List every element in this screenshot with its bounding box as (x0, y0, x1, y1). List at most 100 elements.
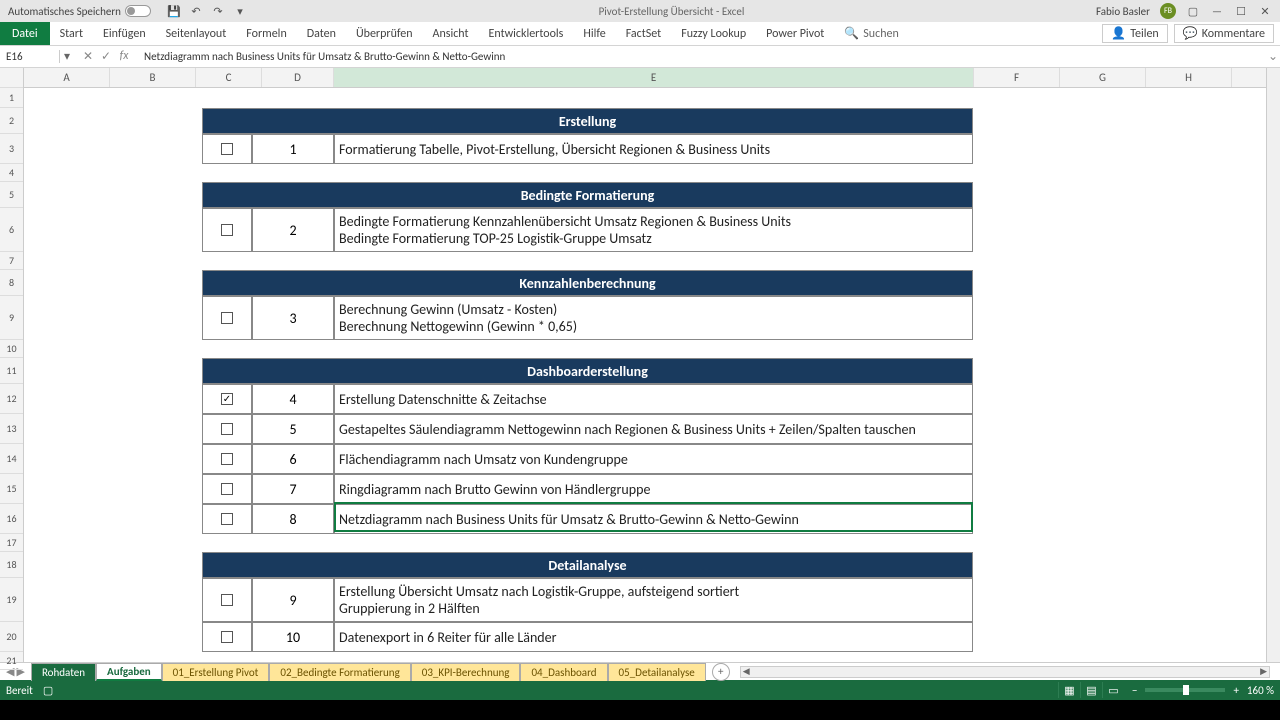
row-header-9[interactable]: 9 (0, 296, 23, 340)
task-number[interactable]: 7 (252, 474, 334, 504)
col-header-F[interactable]: F (974, 68, 1060, 87)
row-header-1[interactable]: 1 (0, 88, 23, 108)
ribbon-display-icon[interactable]: ▢ (1186, 4, 1200, 18)
task-checkbox-cell[interactable] (202, 384, 252, 414)
zoom-slider[interactable] (1145, 688, 1225, 692)
col-header-G[interactable]: G (1060, 68, 1146, 87)
task-description[interactable]: Gestapeltes Säulendiagramm Nettogewinn n… (334, 414, 973, 444)
task-number[interactable]: 5 (252, 414, 334, 444)
task-checkbox-cell[interactable] (202, 208, 252, 252)
zoom-in-icon[interactable]: + (1233, 684, 1238, 697)
row-header-5[interactable]: 5 (0, 182, 23, 208)
minimize-icon[interactable]: — (1210, 4, 1224, 18)
col-header-C[interactable]: C (196, 68, 262, 87)
name-box[interactable]: E16 (0, 50, 60, 63)
task-description[interactable]: Formatierung Tabelle, Pivot-Erstellung, … (334, 134, 973, 164)
tab-factset[interactable]: FactSet (616, 27, 671, 41)
row-header-17[interactable]: 17 (0, 534, 23, 552)
view-layout-icon[interactable]: ▤ (1080, 682, 1102, 698)
task-checkbox-cell[interactable] (202, 474, 252, 504)
tab-hilfe[interactable]: Hilfe (573, 27, 615, 41)
tab-einfügen[interactable]: Einfügen (93, 27, 156, 41)
task-number[interactable]: 4 (252, 384, 334, 414)
checkbox-icon[interactable] (221, 453, 233, 465)
tab-daten[interactable]: Daten (297, 27, 346, 41)
task-description[interactable]: Erstellung Übersicht Umsatz nach Logisti… (334, 578, 973, 622)
task-description[interactable]: Berechnung Gewinn (Umsatz - Kosten)Berec… (334, 296, 973, 340)
worksheet-grid[interactable]: 123456789101112131415161718192021 ABCDEF… (0, 68, 1280, 662)
tab-seitenlayout[interactable]: Seitenlayout (156, 27, 237, 41)
task-number[interactable]: 10 (252, 622, 334, 652)
checkbox-icon[interactable] (221, 423, 233, 435)
row-header-15[interactable]: 15 (0, 474, 23, 504)
select-all-corner[interactable] (0, 68, 23, 88)
task-description[interactable]: Netzdiagramm nach Business Units für Ums… (334, 504, 973, 534)
sheet-tab-05-detailanalyse[interactable]: 05_Detailanalyse (608, 663, 706, 681)
sheet-tab-aufgaben[interactable]: Aufgaben (96, 663, 162, 681)
redo-icon[interactable]: ↷ (211, 4, 225, 18)
col-header-B[interactable]: B (110, 68, 196, 87)
tab-entwicklertools[interactable]: Entwicklertools (479, 27, 574, 41)
task-number[interactable]: 3 (252, 296, 334, 340)
ribbon-search[interactable]: 🔍 Suchen (844, 26, 898, 41)
col-header-D[interactable]: D (262, 68, 334, 87)
formula-bar[interactable]: Netzdiagramm nach Business Units für Ums… (138, 50, 1266, 63)
checkbox-icon[interactable] (221, 594, 233, 606)
row-header-3[interactable]: 3 (0, 134, 23, 164)
row-header-18[interactable]: 18 (0, 552, 23, 578)
checkbox-icon[interactable] (221, 483, 233, 495)
task-checkbox-cell[interactable] (202, 296, 252, 340)
zoom-out-icon[interactable]: − (1132, 684, 1137, 697)
user-name[interactable]: Fabio Basler (1096, 5, 1150, 18)
formula-expand-icon[interactable]: ⌄ (1266, 49, 1280, 64)
close-icon[interactable]: ✕ (1258, 4, 1272, 18)
fx-icon[interactable]: fx (116, 49, 132, 64)
checkbox-icon[interactable] (221, 143, 233, 155)
task-description[interactable]: Datenexport in 6 Reiter für alle Länder (334, 622, 973, 652)
sheet-tab-03-kpi-berechnung[interactable]: 03_KPI-Berechnung (411, 663, 521, 681)
maximize-icon[interactable]: ☐ (1234, 4, 1248, 18)
sheet-tab-01-erstellung-pivot[interactable]: 01_Erstellung Pivot (162, 663, 270, 681)
task-checkbox-cell[interactable] (202, 134, 252, 164)
tab-ansicht[interactable]: Ansicht (423, 27, 479, 41)
comments-button[interactable]: 💬 Kommentare (1174, 24, 1274, 43)
row-header-12[interactable]: 12 (0, 384, 23, 414)
task-number[interactable]: 8 (252, 504, 334, 534)
row-header-7[interactable]: 7 (0, 252, 23, 270)
task-checkbox-cell[interactable] (202, 622, 252, 652)
row-header-21[interactable]: 21 (0, 652, 23, 670)
qat-dropdown-icon[interactable]: ▾ (233, 4, 247, 18)
task-number[interactable]: 2 (252, 208, 334, 252)
sheet-tab-02-bedingte-formatierung[interactable]: 02_Bedingte Formatierung (269, 663, 410, 681)
save-icon[interactable]: 💾 (167, 4, 181, 18)
task-checkbox-cell[interactable] (202, 444, 252, 474)
toggle-switch[interactable] (125, 5, 151, 17)
tab-formeln[interactable]: Formeln (236, 27, 296, 41)
macro-record-icon[interactable]: ▢ (43, 684, 53, 697)
task-description[interactable]: Flächendiagramm nach Umsatz von Kundengr… (334, 444, 973, 474)
row-header-20[interactable]: 20 (0, 622, 23, 652)
confirm-formula-icon[interactable]: ✓ (98, 49, 114, 64)
tab-überprüfen[interactable]: Überprüfen (346, 27, 423, 41)
view-normal-icon[interactable]: ▦ (1058, 682, 1080, 698)
row-header-8[interactable]: 8 (0, 270, 23, 296)
tab-start[interactable]: Start (50, 27, 93, 41)
task-description[interactable]: Bedingte Formatierung Kennzahlenübersich… (334, 208, 973, 252)
row-header-10[interactable]: 10 (0, 340, 23, 358)
task-number[interactable]: 9 (252, 578, 334, 622)
share-button[interactable]: 👤 Teilen (1102, 24, 1168, 43)
col-header-E[interactable]: E (334, 68, 974, 87)
checkbox-icon[interactable] (221, 631, 233, 643)
row-header-6[interactable]: 6 (0, 208, 23, 252)
task-number[interactable]: 1 (252, 134, 334, 164)
cancel-formula-icon[interactable]: ✕ (80, 49, 96, 64)
task-checkbox-cell[interactable] (202, 414, 252, 444)
autosave-toggle[interactable]: Automatisches Speichern (0, 5, 159, 18)
row-header-4[interactable]: 4 (0, 164, 23, 182)
row-header-16[interactable]: 16 (0, 504, 23, 534)
checkbox-icon[interactable] (221, 224, 233, 236)
horizontal-scrollbar[interactable] (740, 666, 1270, 678)
task-number[interactable]: 6 (252, 444, 334, 474)
row-header-14[interactable]: 14 (0, 444, 23, 474)
task-description[interactable]: Erstellung Datenschnitte & Zeitachse (334, 384, 973, 414)
